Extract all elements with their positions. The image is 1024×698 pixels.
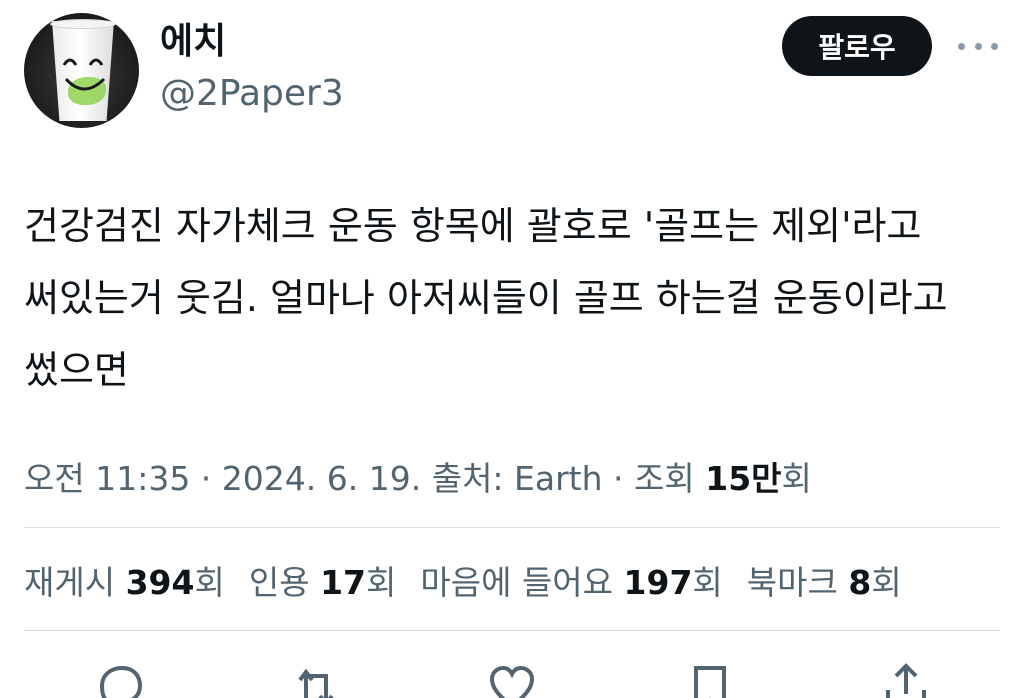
- stat-retweets[interactable]: 재게시 394회: [24, 556, 225, 604]
- views-label: 조회: [634, 459, 706, 498]
- user-handle[interactable]: @2Paper3: [160, 76, 344, 112]
- divider: [24, 630, 1000, 631]
- tweet-text: 건강검진 자가체크 운동 항목에 괄호로 '골프는 제외'라고 써있는거 웃김.…: [24, 204, 960, 392]
- tweet-source: Earth: [514, 459, 603, 498]
- share-icon[interactable]: [878, 660, 934, 698]
- user-name[interactable]: 에치: [160, 24, 226, 60]
- stat-bookmarks[interactable]: 북마크 8회: [747, 556, 902, 604]
- follow-button[interactable]: 팔로우: [782, 16, 932, 76]
- avatar[interactable]: [24, 13, 139, 128]
- engagement-stats: 재게시 394회 인용 17회 마음에 들어요 197회 북마크 8회: [24, 556, 902, 604]
- tweet-time[interactable]: 오전 11:35: [24, 459, 190, 498]
- stat-likes[interactable]: 마음에 들어요 197회: [420, 556, 722, 604]
- retweet-icon[interactable]: [288, 660, 344, 698]
- smiley-face-icon: [62, 58, 106, 91]
- tweet-meta: 오전 11:35 · 2024. 6. 19. 출처: Earth · 조회 1…: [24, 459, 812, 498]
- more-options-icon[interactable]: [958, 36, 998, 56]
- reply-icon[interactable]: [92, 660, 148, 698]
- views-count: 15만: [705, 459, 782, 498]
- tweet-detail: 에치 @2Paper3 팔로우 건강검진 자가체크 운동 항목에 괄호로 '골프…: [0, 0, 1024, 698]
- bookmark-icon[interactable]: [682, 660, 738, 698]
- stat-quotes[interactable]: 인용 17회: [249, 556, 397, 604]
- divider: [24, 527, 1000, 528]
- like-icon[interactable]: [484, 660, 540, 698]
- tweet-date[interactable]: 2024. 6. 19.: [222, 459, 421, 498]
